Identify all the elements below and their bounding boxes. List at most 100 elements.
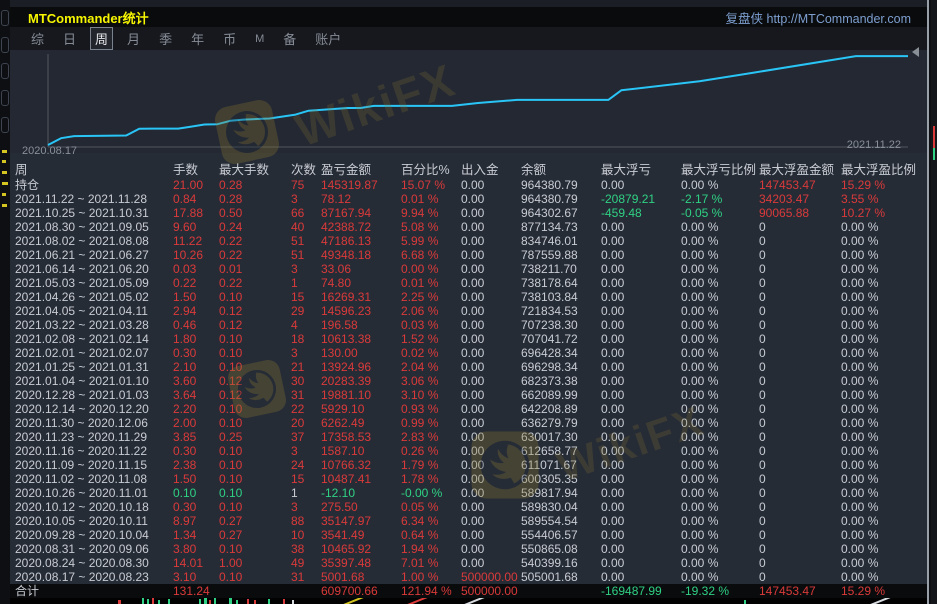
column-header-pl-percent[interactable]: 百分比%	[401, 163, 461, 178]
x-axis-end-label: 2021.11.22	[847, 139, 901, 151]
edge-marker	[2, 150, 7, 153]
table-row[interactable]: 2020.12.28 ~ 2021.01.033.640.123119881.1…	[10, 388, 927, 402]
cell-period: 2020.11.23 ~ 2020.11.29	[15, 430, 173, 444]
table-row[interactable]: 2020.09.28 ~ 2020.10.041.340.27103541.49…	[10, 528, 927, 542]
cell-period: 2021.04.05 ~ 2021.04.11	[15, 304, 173, 318]
table-row[interactable]: 2021.11.22 ~ 2021.11.280.840.28378.120.0…	[10, 192, 927, 206]
cell-pl-amount: 5929.10	[321, 402, 401, 416]
table-row[interactable]: 2020.12.14 ~ 2020.12.202.200.10225929.10…	[10, 402, 927, 416]
balance-chart[interactable]: 2020.08.17 2021.11.22	[10, 50, 927, 153]
table-row[interactable]: 2020.10.26 ~ 2020.11.010.100.101-12.10-0…	[10, 486, 927, 500]
table-row[interactable]: 持仓21.000.2875145319.8715.07 %0.00964380.…	[10, 178, 927, 192]
column-header-balance[interactable]: 余额	[521, 163, 601, 178]
column-header-lots[interactable]: 手数	[173, 163, 219, 178]
cell-pl-percent: 0.00 %	[401, 262, 461, 276]
candlestick-fragment	[236, 600, 238, 604]
cell-max-float-loss-ratio: 0.00 %	[681, 500, 759, 514]
cell-balance: 642208.89	[521, 402, 601, 416]
cell-pl-percent: 1.94 %	[401, 542, 461, 556]
total-row[interactable]: 合计131.24609700.66121.94 %500000.00-16948…	[10, 584, 927, 598]
table-row[interactable]: 2021.06.14 ~ 2021.06.200.030.01333.060.0…	[10, 262, 927, 276]
table-row[interactable]: 2020.08.31 ~ 2020.09.063.800.103810465.9…	[10, 542, 927, 556]
table-row[interactable]: 2021.02.08 ~ 2021.02.141.800.101810613.3…	[10, 332, 927, 346]
cell-pl-amount: 42388.72	[321, 220, 401, 234]
table-row[interactable]: 2020.11.16 ~ 2020.11.220.300.1031587.100…	[10, 444, 927, 458]
cell-balance: 589817.94	[521, 486, 601, 500]
cell-balance: 550865.08	[521, 542, 601, 556]
cell-max-lots: 0.22	[219, 276, 291, 290]
cell-max-lots: 0.22	[219, 234, 291, 248]
cell-balance: 554406.57	[521, 528, 601, 542]
menu-item-M[interactable]: M	[250, 31, 269, 47]
menu-item-币[interactable]: 币	[218, 27, 241, 50]
table-row[interactable]: 2021.04.05 ~ 2021.04.112.940.122914596.2…	[10, 304, 927, 318]
table-row[interactable]: 2021.03.22 ~ 2021.03.280.460.124196.580.…	[10, 318, 927, 332]
table-row[interactable]: 2021.08.30 ~ 2021.09.059.600.244042388.7…	[10, 220, 927, 234]
cell-period: 2021.03.22 ~ 2021.03.28	[15, 318, 173, 332]
cell-lots: 0.30	[173, 444, 219, 458]
cell-max-lots: 0.10	[219, 360, 291, 374]
table-row[interactable]: 2021.02.01 ~ 2021.02.070.300.103130.000.…	[10, 346, 927, 360]
cell-deposit-withdraw: 0.00	[461, 332, 521, 346]
brand-link[interactable]: 复盘侠 http://MTCommander.com	[726, 8, 927, 27]
cell-trades: 24	[291, 458, 321, 472]
cell-trades: 3	[291, 444, 321, 458]
table-row[interactable]: 2021.04.26 ~ 2021.05.021.500.101516269.3…	[10, 290, 927, 304]
column-header-trades[interactable]: 次数	[291, 163, 321, 178]
cell-max-float-profit-ratio: 15.29 %	[841, 584, 927, 598]
table-row[interactable]: 2020.11.02 ~ 2020.11.081.500.101510487.4…	[10, 472, 927, 486]
cell-period: 2020.09.28 ~ 2020.10.04	[15, 528, 173, 542]
cell-period: 2021.08.02 ~ 2021.08.08	[15, 234, 173, 248]
table-row[interactable]: 2021.06.21 ~ 2021.06.2710.260.225149348.…	[10, 248, 927, 262]
cell-max-float-profit: 0	[759, 248, 841, 262]
menu-item-周[interactable]: 周	[90, 27, 113, 50]
menu-item-年[interactable]: 年	[186, 27, 209, 50]
cell-pl-percent: 2.83 %	[401, 430, 461, 444]
cell-deposit-withdraw: 0.00	[461, 374, 521, 388]
table-row[interactable]: 2020.11.23 ~ 2020.11.293.850.253717358.5…	[10, 430, 927, 444]
table-row[interactable]: 2020.11.09 ~ 2020.11.152.380.102410766.3…	[10, 458, 927, 472]
table-row[interactable]: 2021.05.03 ~ 2021.05.090.220.22174.800.0…	[10, 276, 927, 290]
cell-max-lots: 0.28	[219, 178, 291, 192]
cell-max-float-loss: 0.00	[601, 458, 681, 472]
cell-balance: 600305.35	[521, 472, 601, 486]
table-row[interactable]: 2021.10.25 ~ 2021.10.3117.880.506687167.…	[10, 206, 927, 220]
menu-item-季[interactable]: 季	[154, 27, 177, 50]
table-row[interactable]: 2020.11.30 ~ 2020.12.062.000.10206262.49…	[10, 416, 927, 430]
edge-marker	[2, 182, 8, 185]
cell-max-float-profit-ratio: 0.00 %	[841, 290, 927, 304]
menu-item-日[interactable]: 日	[58, 27, 81, 50]
edge-marker	[2, 193, 6, 196]
table-row[interactable]: 2021.01.25 ~ 2021.01.312.100.102113924.9…	[10, 360, 927, 374]
table-row[interactable]: 2020.08.24 ~ 2020.08.3014.011.004935397.…	[10, 556, 927, 570]
column-header-pl-amount[interactable]: 盈亏金额	[321, 163, 401, 178]
table-row[interactable]: 2021.01.04 ~ 2021.01.103.600.123020283.3…	[10, 374, 927, 388]
column-header-deposit-withdraw[interactable]: 出入金	[461, 163, 521, 178]
menu-item-账户[interactable]: 账户	[310, 27, 346, 50]
column-header-max-float-loss[interactable]: 最大浮亏	[601, 163, 681, 178]
table-row[interactable]: 2020.10.12 ~ 2020.10.180.300.103275.500.…	[10, 500, 927, 514]
menu-item-月[interactable]: 月	[122, 27, 145, 50]
table-row[interactable]: 2020.08.17 ~ 2020.08.233.100.10315001.68…	[10, 570, 927, 584]
cell-max-lots: 0.10	[219, 458, 291, 472]
table-row[interactable]: 2020.10.05 ~ 2020.10.118.970.278835147.9…	[10, 514, 927, 528]
cell-trades: 51	[291, 248, 321, 262]
column-header-period[interactable]: 周	[15, 163, 173, 178]
menu-item-备[interactable]: 备	[278, 27, 301, 50]
cell-deposit-withdraw: 0.00	[461, 206, 521, 220]
cell-deposit-withdraw: 500000.00	[461, 584, 521, 598]
cell-period: 2021.02.08 ~ 2021.02.14	[15, 332, 173, 346]
cell-pl-percent: 0.01 %	[401, 276, 461, 290]
column-header-max-float-profit[interactable]: 最大浮盈金额	[759, 163, 841, 178]
column-header-max-lots[interactable]: 最大手数	[219, 163, 291, 178]
column-header-max-float-loss-ratio[interactable]: 最大浮亏比例	[681, 163, 759, 178]
cell-max-lots: 0.01	[219, 262, 291, 276]
chart-scroll-arrow[interactable]	[907, 47, 919, 57]
menu-item-综[interactable]: 综	[26, 27, 49, 50]
cell-pl-percent: 15.07 %	[401, 178, 461, 192]
cell-period: 2020.12.28 ~ 2021.01.03	[15, 388, 173, 402]
cell-trades: 1	[291, 486, 321, 500]
column-header-max-float-profit-ratio[interactable]: 最大浮盈比例	[841, 163, 927, 178]
cell-pl-amount: 20283.39	[321, 374, 401, 388]
table-row[interactable]: 2021.08.02 ~ 2021.08.0811.220.225147186.…	[10, 234, 927, 248]
